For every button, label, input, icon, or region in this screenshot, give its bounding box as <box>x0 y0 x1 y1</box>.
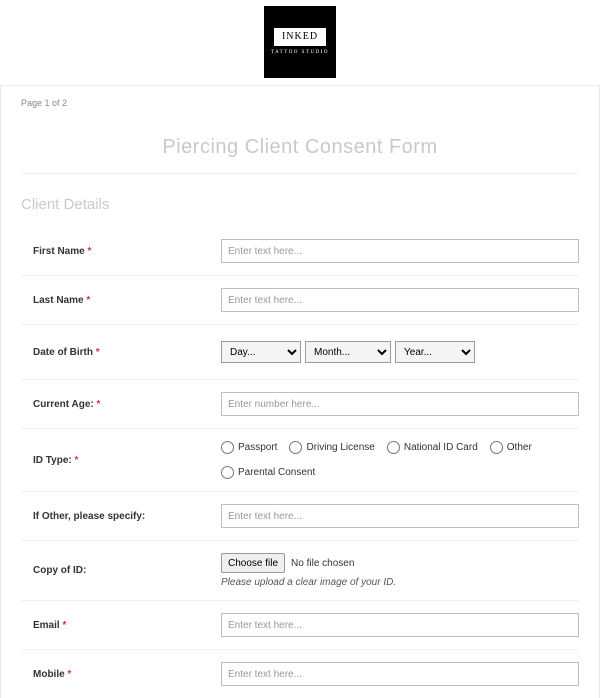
label-email: Email * <box>21 620 221 631</box>
row-if-other: If Other, please specify: <box>21 492 579 541</box>
last-name-input[interactable] <box>221 288 579 312</box>
radio-national[interactable]: National ID Card <box>387 441 478 454</box>
label-first-name-text: First Name <box>33 246 85 257</box>
section-client-details: Client Details <box>21 196 579 213</box>
radio-parental[interactable]: Parental Consent <box>221 466 315 479</box>
row-mobile: Mobile * <box>21 650 579 698</box>
radio-passport-label: Passport <box>238 442 277 453</box>
radio-driving-label: Driving License <box>306 442 374 453</box>
logo-line2: TATTOO STUDIO <box>264 50 336 55</box>
label-id-type: ID Type: * <box>21 455 221 466</box>
radio-passport[interactable]: Passport <box>221 441 277 454</box>
radio-other-label: Other <box>507 442 532 453</box>
radio-parental-input[interactable] <box>221 466 234 479</box>
first-name-input[interactable] <box>221 239 579 263</box>
row-last-name: Last Name * <box>21 276 579 325</box>
label-current-age: Current Age: * <box>21 399 221 410</box>
required-mark: * <box>86 295 90 306</box>
required-mark: * <box>96 347 100 358</box>
radio-national-label: National ID Card <box>404 442 478 453</box>
label-email-text: Email <box>33 620 60 631</box>
required-mark: * <box>75 455 79 466</box>
label-dob: Date of Birth * <box>21 347 221 358</box>
dob-year-select[interactable]: Year... <box>395 341 475 363</box>
required-mark: * <box>87 246 91 257</box>
required-mark: * <box>62 620 66 631</box>
required-mark: * <box>97 399 101 410</box>
mobile-input[interactable] <box>221 662 579 686</box>
radio-parental-label: Parental Consent <box>238 467 315 478</box>
row-copy-id: Copy of ID: Choose file No file chosen P… <box>21 541 579 601</box>
row-first-name: First Name * <box>21 227 579 276</box>
radio-other[interactable]: Other <box>490 441 532 454</box>
radio-national-input[interactable] <box>387 441 400 454</box>
required-mark: * <box>67 669 71 680</box>
radio-driving-input[interactable] <box>289 441 302 454</box>
row-email: Email * <box>21 601 579 650</box>
row-id-type: ID Type: * Passport Driving License Nati… <box>21 429 579 492</box>
dob-month-select[interactable]: Month... <box>305 341 391 363</box>
dob-day-select[interactable]: Day... <box>221 341 301 363</box>
label-mobile: Mobile * <box>21 669 221 680</box>
if-other-input[interactable] <box>221 504 579 528</box>
row-dob: Date of Birth * Day... Month... Year... <box>21 325 579 380</box>
file-status: No file chosen <box>291 558 354 569</box>
label-copy-id: Copy of ID: <box>21 565 221 576</box>
label-mobile-text: Mobile <box>33 669 65 680</box>
logo: INKED TATTOO STUDIO <box>0 0 600 85</box>
choose-file-button[interactable]: Choose file <box>221 553 285 573</box>
label-last-name: Last Name * <box>21 295 221 306</box>
page-indicator: Page 1 of 2 <box>21 98 579 108</box>
radio-other-input[interactable] <box>490 441 503 454</box>
radio-passport-input[interactable] <box>221 441 234 454</box>
row-current-age: Current Age: * <box>21 380 579 429</box>
copy-id-help: Please upload a clear image of your ID. <box>221 577 579 588</box>
email-input[interactable] <box>221 613 579 637</box>
title-divider <box>21 173 579 174</box>
current-age-input[interactable] <box>221 392 579 416</box>
form-title: Piercing Client Consent Form <box>21 136 579 159</box>
radio-driving[interactable]: Driving License <box>289 441 374 454</box>
label-last-name-text: Last Name <box>33 295 84 306</box>
label-current-age-text: Current Age: <box>33 399 94 410</box>
label-dob-text: Date of Birth <box>33 347 93 358</box>
label-id-type-text: ID Type: <box>33 455 72 466</box>
logo-line1: INKED <box>274 28 326 46</box>
label-first-name: First Name * <box>21 246 221 257</box>
label-if-other: If Other, please specify: <box>21 511 221 522</box>
